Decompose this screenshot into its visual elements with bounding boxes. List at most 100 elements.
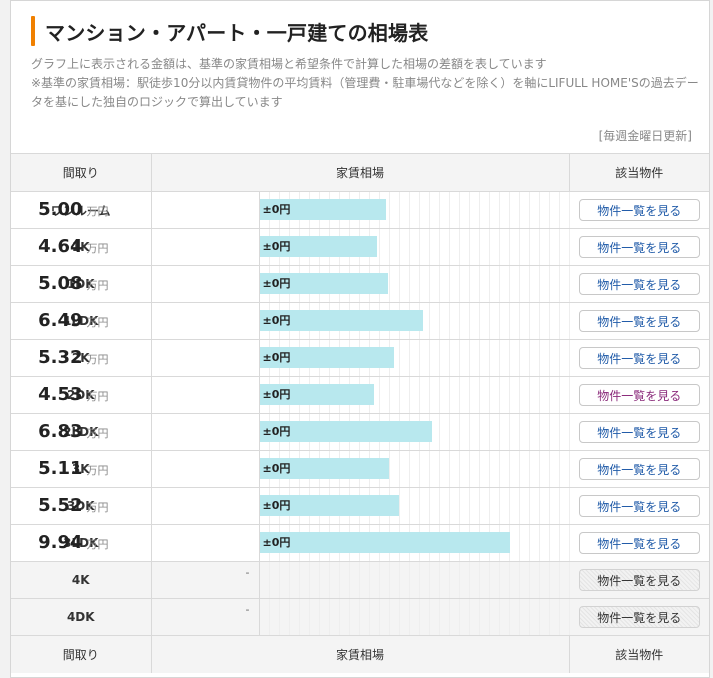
action-cell: 物件一覧を見る xyxy=(569,413,709,451)
description-note: ※基準の家賃相場：駅徒歩10分以内賃貸物件の平均賃料（管理費・駐車場代などを除く… xyxy=(31,76,699,109)
price-value: 5.08 万円 xyxy=(38,266,108,302)
bar-area: ±0円 xyxy=(258,340,570,376)
price-value: 5.00 万円 xyxy=(38,192,108,228)
view-listings-button[interactable]: 物件一覧を見る xyxy=(578,495,700,517)
price-value: 6.49 万円 xyxy=(38,303,108,339)
action-cell: 物件一覧を見る xyxy=(569,191,709,229)
price-cell: 5.52 万円 ±0円 xyxy=(38,487,570,525)
view-listings-button[interactable]: 物件一覧を見る xyxy=(578,532,700,554)
table-row: 3LDK 9.94 万円 ±0円 物件一覧を見る xyxy=(11,524,709,562)
price-unit: 万円 xyxy=(86,205,109,218)
bar-area: ±0円 xyxy=(258,525,570,561)
price-cell-inner: - xyxy=(152,562,570,598)
table-row: 1LDK 6.49 万円 ±0円 物件一覧を見る xyxy=(11,302,709,340)
price-cell-inner: 5.00 万円 ±0円 xyxy=(38,192,570,228)
price-cell-inner: 5.08 万円 ±0円 xyxy=(38,266,570,302)
bar-area: ±0円 xyxy=(258,377,570,413)
price-unit: 万円 xyxy=(86,538,109,551)
price-diff-label: ±0円 xyxy=(262,536,291,549)
price-diff-label: ±0円 xyxy=(262,277,291,290)
price-cell: - xyxy=(151,598,570,636)
bar-area: ±0円 xyxy=(258,303,570,339)
price-cell-inner: 4.64 万円 ±0円 xyxy=(38,229,570,265)
price-value: 6.83 万円 xyxy=(38,414,108,450)
header-layout: 間取り xyxy=(11,153,152,192)
header-action: 該当物件 xyxy=(569,153,709,192)
price-cell: 4.53 万円 ±0円 xyxy=(38,376,570,414)
description-line-1: グラフ上に表示される金額は、基準の家賃相場と希望条件で計算した相場の差額を表して… xyxy=(31,57,547,71)
price-diff-label: ±0円 xyxy=(262,351,291,364)
price-cell-inner: 5.52 万円 ±0円 xyxy=(38,488,570,524)
price-diff-label: ±0円 xyxy=(262,314,291,327)
layout-cell: 4DK xyxy=(11,598,152,636)
price-diff-label: ±0円 xyxy=(262,388,291,401)
price-number: 5.52 xyxy=(38,495,83,516)
layout-cell: 4K xyxy=(11,561,152,599)
view-listings-button[interactable]: 物件一覧を見る xyxy=(578,347,700,369)
bar-area: ±0円 xyxy=(258,451,570,487)
action-cell: 物件一覧を見る xyxy=(569,339,709,377)
price-cell: 4.64 万円 ±0円 xyxy=(38,228,570,266)
view-listings-button[interactable]: 物件一覧を見る xyxy=(578,273,700,295)
price-number: 5.32 xyxy=(38,347,83,368)
table-footer-row: 間取り 家賃相場 該当物件 xyxy=(11,635,709,673)
table-row: 3DK 5.52 万円 ±0円 物件一覧を見る xyxy=(11,487,709,525)
no-data-mark: - xyxy=(245,603,250,616)
action-cell: 物件一覧を見る xyxy=(569,524,709,562)
price-unit: 万円 xyxy=(86,353,109,366)
price-cell: 5.00 万円 ±0円 xyxy=(38,191,570,229)
price-cell-inner: 4.53 万円 ±0円 xyxy=(38,377,570,413)
price-value: 5.52 万円 xyxy=(38,488,108,524)
table-row: ワンルーム 5.00 万円 ±0円 物件一覧を見る xyxy=(11,191,709,229)
view-listings-button[interactable]: 物件一覧を見る xyxy=(578,310,700,332)
price-number: 5.08 xyxy=(38,273,83,294)
update-schedule: [毎週金曜日更新] xyxy=(598,129,692,143)
price-cell: 5.32 万円 ±0円 xyxy=(38,339,570,377)
view-listings-button[interactable]: 物件一覧を見る xyxy=(578,384,700,406)
rent-table: 間取り 家賃相場 該当物件 ワンルーム 5.00 万円 ±0円 物件一覧を見る 1K 4.6… xyxy=(11,153,709,673)
action-cell: 物件一覧を見る xyxy=(569,302,709,340)
view-listings-button[interactable]: 物件一覧を見る xyxy=(578,421,700,443)
header-price: 家賃相場 xyxy=(151,153,570,192)
action-cell: 物件一覧を見る xyxy=(569,265,709,303)
price-value: 9.94 万円 xyxy=(38,525,108,561)
price-unit: 万円 xyxy=(86,390,109,403)
price-value: 4.64 万円 xyxy=(38,229,108,265)
view-listings-button[interactable]: 物件一覧を見る xyxy=(578,458,700,480)
price-cell: 5.11 万円 ±0円 xyxy=(38,450,570,488)
page-title: マンション・アパート・一戸建ての相場表 xyxy=(45,20,429,45)
price-cell: 5.08 万円 ±0円 xyxy=(38,265,570,303)
action-cell: 物件一覧を見る xyxy=(569,561,709,599)
description: グラフ上に表示される金額は、基準の家賃相場と希望条件で計算した相場の差額を表して… xyxy=(31,55,699,112)
table-row: 2DK 4.53 万円 ±0円 物件一覧を見る xyxy=(11,376,709,414)
price-value: 5.11 万円 xyxy=(38,451,108,487)
bar-area: ±0円 xyxy=(258,266,570,302)
price-number: 5.11 xyxy=(38,458,83,479)
price-number: 6.49 xyxy=(38,310,83,331)
bar-area: ±0円 xyxy=(258,229,570,265)
price-diff-label: ±0円 xyxy=(262,203,291,216)
no-data-mark: - xyxy=(245,566,250,579)
bar-area: ±0円 xyxy=(258,192,570,228)
price-diff-label: ±0円 xyxy=(262,425,291,438)
table-row: 1DK 5.08 万円 ±0円 物件一覧を見る xyxy=(11,265,709,303)
action-cell: 物件一覧を見る xyxy=(569,228,709,266)
bar-area: ±0円 xyxy=(258,488,570,524)
price-cell: 6.49 万円 ±0円 xyxy=(38,302,570,340)
price-cell-inner: 5.32 万円 ±0円 xyxy=(38,340,570,376)
bar-area xyxy=(258,599,570,635)
price-cell: 9.94 万円 ±0円 xyxy=(38,524,570,562)
price-diff-label: ±0円 xyxy=(262,240,291,253)
title-accent-bar xyxy=(31,16,35,46)
table-row: 2LDK 6.83 万円 ±0円 物件一覧を見る xyxy=(11,413,709,451)
view-listings-button[interactable]: 物件一覧を見る xyxy=(578,199,700,221)
price-cell-inner: 6.83 万円 ±0円 xyxy=(38,414,570,450)
price-cell-inner: 9.94 万円 ±0円 xyxy=(38,525,570,561)
title-row: マンション・アパート・一戸建ての相場表 xyxy=(31,14,428,48)
view-listings-button[interactable]: 物件一覧を見る xyxy=(578,236,700,258)
price-bar xyxy=(259,532,510,553)
price-unit: 万円 xyxy=(86,316,109,329)
price-value: 5.32 万円 xyxy=(38,340,108,376)
price-number: 6.83 xyxy=(38,421,83,442)
price-number: 5.00 xyxy=(38,199,83,220)
